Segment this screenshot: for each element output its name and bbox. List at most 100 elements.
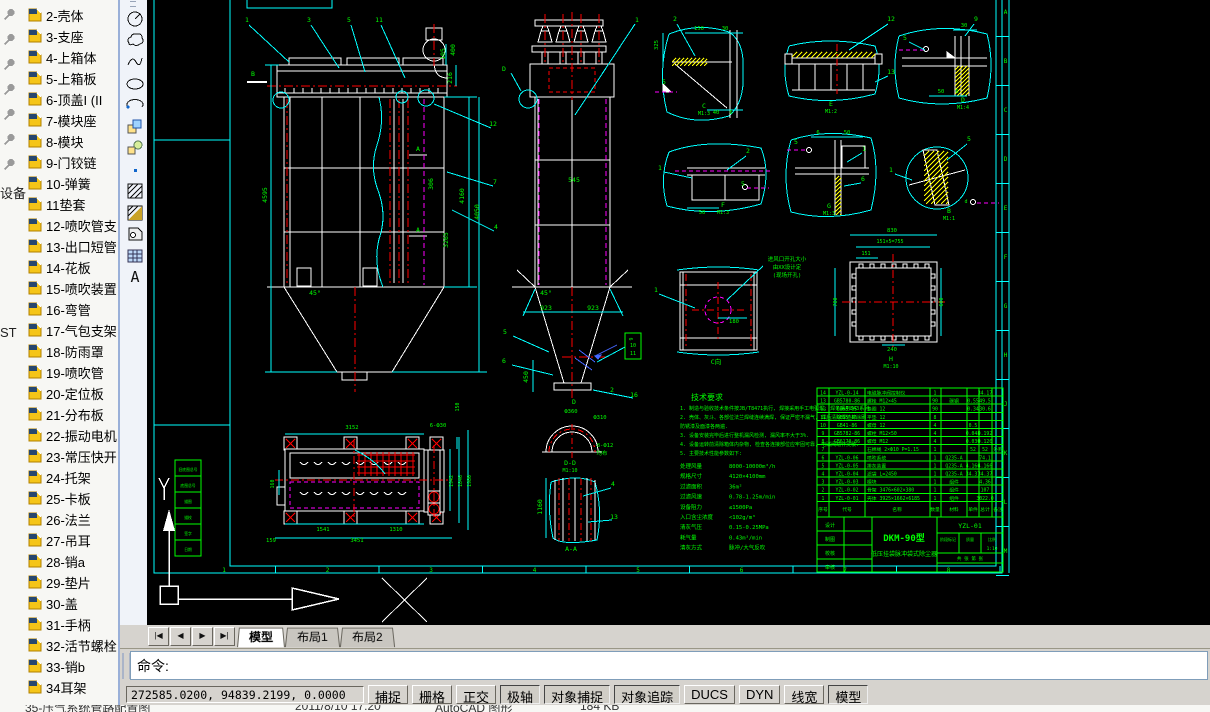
file-list-item[interactable]: 18-防雨罩 [28,341,104,361]
pin-icon [2,108,18,124]
status-toggle-极轴[interactable]: 极轴 [500,684,541,705]
svg-text:5: 5 [347,16,351,24]
file-list-item[interactable]: 33-销b [28,656,85,676]
svg-text:M1:2: M1:2 [825,109,837,115]
svg-text:4120×4100mm: 4120×4100mm [729,474,766,480]
table-icon[interactable] [123,244,146,266]
file-list-item[interactable]: 10-弹簧 [28,173,91,193]
svg-text:进风口开孔大小: 进风口开孔大小 [768,255,807,263]
status-toggle-栅格[interactable]: 栅格 [412,684,453,705]
file-list-item[interactable]: 34耳架 [28,677,86,697]
svg-text:3022.0: 3022.0 [976,496,993,502]
ellipse-icon[interactable] [123,72,146,94]
tab-nav-button[interactable]: ▶ [192,627,213,646]
command-input[interactable]: 命令: [130,651,1208,680]
point-icon[interactable] [123,158,146,180]
svg-text:1: 1 [934,447,937,453]
ellipse-arc-icon[interactable] [123,93,146,115]
file-list-item[interactable]: 30-盖 [28,593,78,613]
file-list-item[interactable]: 13-出口短管 [28,236,117,256]
file-list-item[interactable]: 27-吊耳 [28,530,91,550]
file-list-item[interactable]: 20-定位板 [28,383,104,403]
gradient-icon[interactable] [123,201,146,223]
tab-模型[interactable]: 模型 [237,627,285,647]
svg-text:M1:4: M1:4 [957,105,969,111]
file-name-label: 14-花板 [46,260,91,276]
circle-icon[interactable] [123,7,146,29]
status-toggle-DYN[interactable]: DYN [738,684,781,704]
make-block-icon[interactable] [123,136,146,158]
file-list-item[interactable]: 17-气包支架 [28,320,117,340]
tab-nav-button[interactable]: |◀ [148,627,169,646]
file-list-item[interactable]: 2-壳体 [28,5,84,25]
file-list-item[interactable]: 19-喷吹管 [28,362,104,382]
coordinate-readout[interactable]: 272585.0200, 94839.2199, 0.0000 [126,685,364,703]
file-list-item[interactable]: 14-花板 [28,257,91,277]
tab-布局2[interactable]: 布局2 [339,627,395,647]
svg-text:(现场开孔): (现场开孔) [773,271,802,279]
file-list-item[interactable]: 25-卡板 [28,488,91,508]
file-list-item[interactable]: 6-顶盖I (II [28,89,102,109]
svg-text:8-Ф12: 8-Ф12 [597,443,614,449]
hatch-icon[interactable] [123,179,146,201]
svg-text:12: 12 [489,120,497,128]
file-name-label: 28-销a [46,554,86,570]
file-list-item[interactable]: 11垫套 [28,194,86,214]
status-toggle-正交[interactable]: 正交 [456,684,497,705]
svg-text:50: 50 [699,210,706,216]
file-name-label: 30-盖 [46,596,78,612]
region-icon[interactable] [123,222,146,244]
file-list-item[interactable]: 29-垫片 [28,572,91,592]
file-list-item[interactable]: 16-弯管 [28,299,91,319]
file-list-item[interactable]: 7-模块座 [28,110,97,130]
svg-text:12: 12 [887,15,895,23]
text-icon[interactable]: A [123,265,146,287]
insert-block-icon[interactable] [123,115,146,137]
svg-text:描校: 描校 [184,515,192,520]
svg-text:180: 180 [729,319,739,325]
file-list-item[interactable]: 8-模块 [28,131,84,151]
file-list-item[interactable]: 31-手柄 [28,614,91,634]
dwg-file-icon [28,680,42,694]
status-toggle-线宽[interactable]: 线宽 [784,684,825,705]
file-list-item[interactable]: 9-门铰链 [28,152,97,172]
status-toggle-对象捕捉[interactable]: 对象捕捉 [544,684,611,705]
svg-text:Ф310: Ф310 [593,415,606,421]
file-list-item[interactable]: 4-上箱体 [28,47,97,67]
svg-text:排灰装置: 排灰装置 [867,462,886,469]
svg-text:1: 1 [654,286,658,294]
svg-text:923: 923 [587,304,599,312]
file-list-item[interactable]: 21-分布板 [28,404,104,424]
dwg-file-icon [28,491,42,505]
tab-nav-button[interactable]: ◀ [170,627,191,646]
file-list-item[interactable]: 24-托架 [28,467,91,487]
file-list-item[interactable]: 15-喷吹装置 [28,278,117,298]
status-toggle-捕捉[interactable]: 捕捉 [368,684,409,705]
file-list-item[interactable]: 22-振动电机 [28,425,117,445]
view1-centerlines [267,24,457,392]
drawing-canvas[interactable]: 1 3 5 11 B 12 7 4 105 400 216 4595 306 4160 3265 4050 A A… [147,0,1210,625]
dwg-file-icon [28,659,42,673]
svg-text:680: 680 [939,297,945,306]
svg-text:240: 240 [887,347,897,353]
tab-nav-button[interactable]: ▶| [214,627,235,646]
file-list-item[interactable]: 28-销a [28,551,85,571]
file-list-item[interactable]: 23-常压快开 [28,446,117,466]
svg-text:1: 1 [635,16,639,24]
status-toggle-模型[interactable]: 模型 [828,684,869,705]
file-name-label: 26-法兰 [46,512,91,528]
file-list-item[interactable]: 26-法兰 [28,509,91,529]
svg-text:E: E [1004,205,1008,212]
tab-布局1[interactable]: 布局1 [284,627,340,647]
revision-cloud-icon[interactable] [123,29,146,51]
svg-text:0.120: 0.120 [978,439,993,445]
file-list-item[interactable]: 12-喷吹管支 [28,215,117,235]
status-toggle-对象追踪[interactable]: 对象追踪 [614,684,681,705]
spline-icon[interactable] [123,50,146,72]
file-list-item[interactable]: 5-上箱板 [28,68,97,88]
status-toggle-DUCS[interactable]: DUCS [684,684,735,704]
file-list-item[interactable]: 32-活节螺栓 [28,635,117,655]
svg-text:M1:3: M1:3 [698,111,710,117]
file-list-item[interactable]: 3-支座 [28,26,84,46]
svg-text:4: 4 [934,439,937,445]
